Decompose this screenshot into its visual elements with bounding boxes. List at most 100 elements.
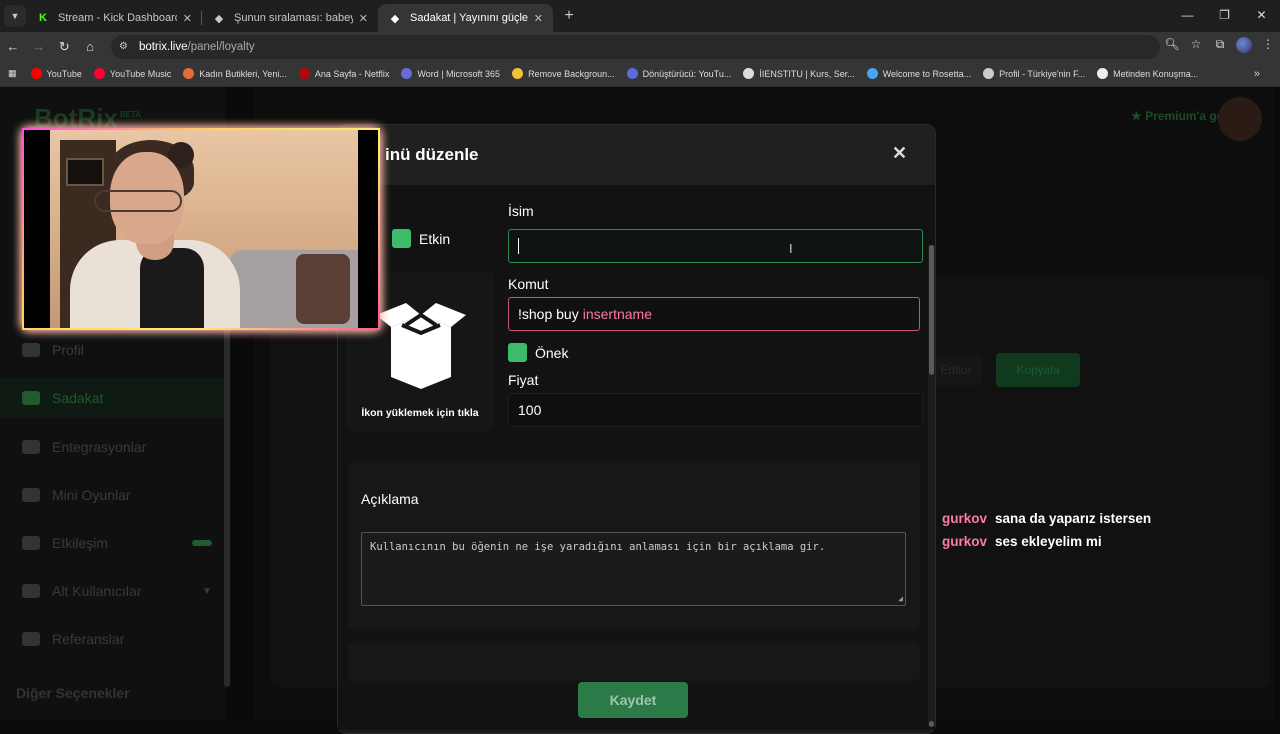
prefix-toggle[interactable]: Önek xyxy=(508,343,568,362)
chat-message: gurkov ses ekleyelim mi xyxy=(942,534,1102,549)
chat-message: gurkov sana da yaparız istersen xyxy=(942,511,1151,526)
edit-item-modal: inü düzenle ✕ Etkin İkon yüklemek için t… xyxy=(337,124,936,734)
close-tab-icon[interactable]: ✕ xyxy=(183,12,192,25)
bookmark-item[interactable]: Metinden Konuşma... xyxy=(1097,68,1198,79)
bookmark-favicon-icon xyxy=(93,68,105,79)
profile-icon xyxy=(22,343,40,357)
description-title: Açıklama xyxy=(361,491,419,507)
description-card: Açıklama Kullanıcının bu öğenin ne işe y… xyxy=(348,461,920,631)
more-menu-icon[interactable]: ⋮ xyxy=(1256,37,1280,56)
profile-avatar[interactable] xyxy=(1232,37,1256,56)
bookmark-favicon-icon xyxy=(30,68,42,79)
enabled-checkbox[interactable] xyxy=(392,229,411,248)
close-window-icon[interactable]: ✕ xyxy=(1243,0,1280,32)
kick-icon: K xyxy=(39,12,47,24)
window-controls: — ❐ ✕ xyxy=(1169,0,1280,32)
restore-icon[interactable]: ❐ xyxy=(1206,0,1243,32)
webcam-overlay xyxy=(22,128,380,330)
sidebar-item-referrals[interactable]: Referanslar xyxy=(22,619,212,659)
users-icon xyxy=(22,584,40,598)
sidebar-item-profile[interactable]: Profil xyxy=(22,330,212,370)
reload-icon[interactable]: ↻ xyxy=(51,39,77,55)
editor-button[interactable]: Editor xyxy=(930,355,982,385)
sidebar-item-sub-users[interactable]: Alt Kullanıcılar ▼ xyxy=(22,571,212,611)
chat-username: gurkov xyxy=(942,534,988,549)
bookmark-item[interactable]: İIENSTITU | Kurs, Ser... xyxy=(743,68,855,79)
bookmark-favicon-icon xyxy=(983,68,995,79)
sidebar-item-mini-games[interactable]: Mini Oyunlar xyxy=(22,475,212,515)
premium-link[interactable]: ★ Premium'a geç xyxy=(1131,109,1230,123)
bookmark-item[interactable]: Word | Microsoft 365 xyxy=(401,68,500,79)
copy-button[interactable]: Kopyala xyxy=(996,353,1080,387)
bookmark-favicon-icon xyxy=(866,68,878,79)
sidebar-item-interaction[interactable]: Etkileşim xyxy=(22,523,212,563)
bookmark-favicon-icon xyxy=(743,68,755,79)
tab-botrix-ranking[interactable]: ◆ Şunun sıralaması: babeyzos | Yayı… ✕ xyxy=(202,4,378,32)
chat-text: ses ekleyelim mi xyxy=(995,534,1102,549)
resize-handle-icon[interactable]: ◢ xyxy=(898,594,903,603)
bookmark-favicon-icon xyxy=(512,68,524,79)
extensions-icon[interactable]: ⧉ xyxy=(1208,37,1232,56)
bookmark-favicon-icon xyxy=(183,68,195,79)
chat-username: gurkov xyxy=(942,511,988,526)
back-icon[interactable]: ← xyxy=(0,39,26,54)
site-info-icon[interactable]: ⚙ xyxy=(119,41,135,52)
price-label: Fiyat xyxy=(508,372,539,388)
tab-title: Şunun sıralaması: babeyzos | Yayı… xyxy=(234,12,353,24)
sidebar-item-loyalty[interactable]: Sadakat xyxy=(0,378,226,418)
botrix-icon: ◆ xyxy=(390,12,400,25)
bookmark-item[interactable]: YouTube xyxy=(30,68,82,79)
command-input[interactable]: !shop buy insertname xyxy=(508,297,920,331)
minimize-icon[interactable]: — xyxy=(1169,0,1206,32)
bookmark-item[interactable]: YouTube Music xyxy=(93,68,171,79)
botrix-icon: ◆ xyxy=(214,12,224,25)
text-cursor xyxy=(518,238,519,254)
bookmark-favicon-icon xyxy=(401,68,413,79)
bookmark-item[interactable]: Ana Sayfa - Netflix xyxy=(298,68,389,79)
save-button[interactable]: Kaydet xyxy=(578,682,688,718)
more-bookmarks-icon[interactable]: » xyxy=(1254,68,1260,80)
address-bar[interactable]: ⚙ botrix.live/panel/loyalty xyxy=(110,34,1161,59)
close-tab-icon[interactable]: ✕ xyxy=(534,12,543,25)
integrations-icon xyxy=(22,440,40,454)
user-avatar[interactable] xyxy=(1218,97,1262,141)
zoom-icon[interactable]: 🔍︎ xyxy=(1160,37,1184,56)
chat-text: sana da yaparız istersen xyxy=(995,511,1152,526)
bookmarks-bar: ▦ YouTube YouTube Music Kadın Butikleri, Y… xyxy=(0,61,1280,87)
modal-header: inü düzenle ✕ xyxy=(338,125,935,185)
prefix-label: Önek xyxy=(535,344,569,361)
description-textarea[interactable]: Kullanıcının bu öğenin ne işe yaradığını… xyxy=(361,532,906,606)
close-icon[interactable]: ✕ xyxy=(892,143,907,164)
ibeam-cursor-icon: I xyxy=(789,241,793,256)
apps-icon[interactable]: ▦ xyxy=(8,68,17,79)
music-icon xyxy=(22,536,40,550)
command-prefix: !shop buy xyxy=(518,306,579,322)
modal-scrollbar[interactable] xyxy=(928,245,935,727)
sidebar-scrollbar[interactable] xyxy=(224,327,230,687)
enabled-toggle[interactable]: Etkin xyxy=(392,229,450,248)
url-host: botrix.live xyxy=(138,40,188,53)
price-input[interactable]: 100 xyxy=(508,393,923,427)
bookmark-item[interactable]: Remove Backgroun... xyxy=(512,68,615,79)
forward-icon[interactable]: → xyxy=(26,39,52,54)
sidebar-item-integrations[interactable]: Entegrasyonlar xyxy=(22,427,212,467)
home-icon[interactable]: ⌂ xyxy=(77,39,103,54)
name-label: İsim xyxy=(508,203,534,219)
bookmark-favicon-icon xyxy=(1097,68,1109,79)
name-input[interactable]: I xyxy=(508,229,923,263)
tab-botrix-loyalty[interactable]: ◆ Sadakat | Yayınını güçlendirmek… ✕ xyxy=(378,4,553,32)
bookmark-item[interactable]: Kadın Butikleri, Yeni... xyxy=(183,68,287,79)
new-tab-button[interactable]: + xyxy=(557,7,581,25)
close-tab-icon[interactable]: ✕ xyxy=(359,12,368,25)
tab-kick-dashboard[interactable]: K Stream - Kick Dashboard ✕ xyxy=(26,4,202,32)
browser-toolbar: ← → ↻ ⌂ ⚙ botrix.live/panel/loyalty 🔍︎ ☆… xyxy=(0,32,1280,61)
enabled-label: Etkin xyxy=(419,230,451,247)
chevron-down-icon: ▼ xyxy=(202,585,212,597)
bookmark-item[interactable]: Dönüştürücü: YouTu... xyxy=(626,68,731,79)
bookmark-item[interactable]: Welcome to Rosetta... xyxy=(866,68,971,79)
tab-search-menu-icon[interactable]: ▼ xyxy=(4,5,26,27)
command-label: Komut xyxy=(508,276,549,292)
bookmark-item[interactable]: Profil - Türkiye'nin F... xyxy=(983,68,1085,79)
bookmark-star-icon[interactable]: ☆ xyxy=(1184,37,1208,56)
prefix-checkbox[interactable] xyxy=(508,343,527,362)
